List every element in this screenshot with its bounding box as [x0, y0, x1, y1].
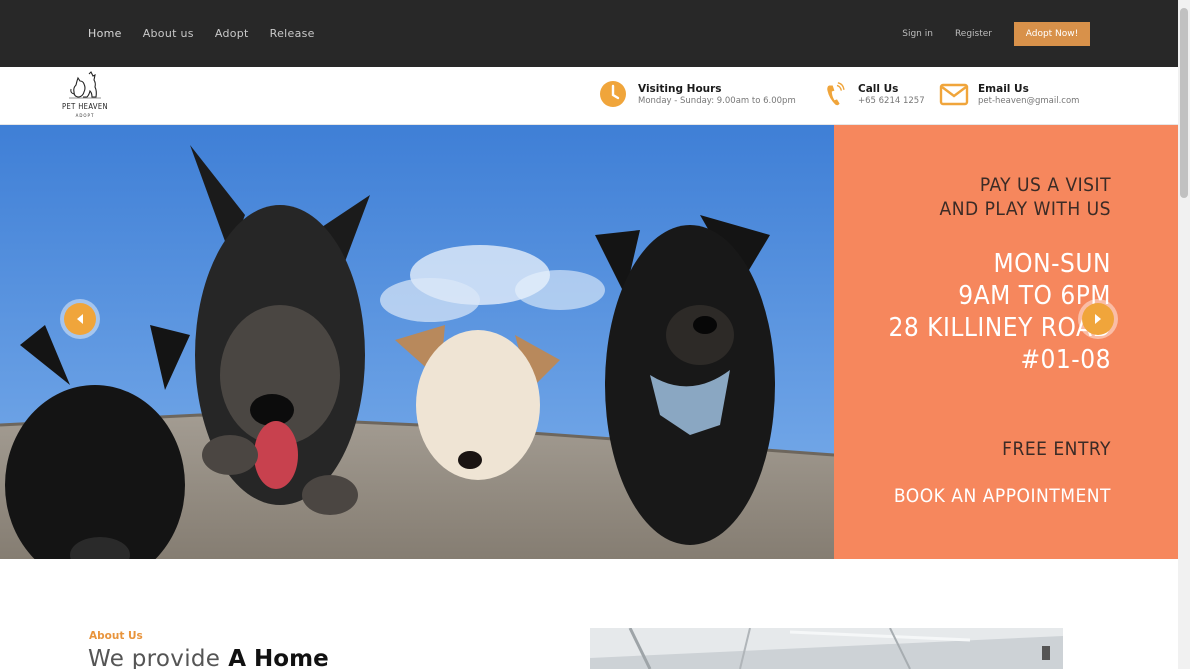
mail-icon — [939, 83, 969, 106]
sign-in-link[interactable]: Sign in — [902, 29, 933, 39]
hero-info-panel: PAY US A VISIT AND PLAY WITH US MON-SUN … — [834, 125, 1178, 559]
free-entry-text: FREE ENTRY — [1002, 438, 1111, 460]
email-us-title: Email Us — [978, 83, 1029, 95]
about-heading: We provide A Home — [88, 646, 329, 669]
call-us-title: Call Us — [858, 83, 899, 95]
brand-name: PET HEAVEN — [62, 102, 108, 111]
about-heading-bold: A Home — [228, 646, 329, 669]
hours-address: MON-SUN 9AM TO 6PM 28 KILLINEY ROAD #01-… — [888, 248, 1111, 376]
auth-links: Sign in Register Adopt Now! — [902, 22, 1090, 46]
arrow-right-icon — [1095, 314, 1101, 324]
adopt-now-button[interactable]: Adopt Now! — [1014, 22, 1090, 46]
visit-line-2: AND PLAY WITH US — [939, 198, 1111, 220]
address-unit: #01-08 — [1020, 345, 1111, 375]
about-us-label: About Us — [89, 630, 143, 642]
nav-home[interactable]: Home — [88, 27, 122, 40]
email-address[interactable]: pet-heaven@gmail.com — [978, 96, 1079, 107]
email-us-info: Email Us pet-heaven@gmail.com — [939, 80, 1079, 110]
about-image — [590, 628, 1063, 669]
top-navbar: Home About us Adopt Release Sign in Regi… — [0, 0, 1178, 67]
logo[interactable]: PET HEAVEN ADOPT — [56, 71, 114, 123]
slider-prev-button[interactable] — [60, 299, 100, 339]
hours-times: 9AM TO 6PM — [958, 281, 1111, 311]
main-nav: Home About us Adopt Release — [88, 0, 336, 67]
pet-logo-icon — [69, 71, 101, 99]
page-scrollbar[interactable] — [1178, 0, 1190, 669]
arrow-left-icon — [77, 314, 83, 324]
nav-release[interactable]: Release — [270, 27, 315, 40]
phone-icon — [827, 82, 845, 106]
visit-heading: PAY US A VISIT AND PLAY WITH US — [940, 173, 1111, 221]
hero-slider: PAY US A VISIT AND PLAY WITH US MON-SUN … — [0, 125, 1178, 559]
visiting-hours-title: Visiting Hours — [638, 83, 722, 95]
visit-line-1: PAY US A VISIT — [979, 174, 1111, 196]
nav-adopt[interactable]: Adopt — [215, 27, 249, 40]
slider-next-button[interactable] — [1078, 299, 1118, 339]
visiting-hours-info: Visiting Hours Monday - Sunday: 9.00am t… — [599, 80, 796, 110]
register-link[interactable]: Register — [955, 29, 992, 39]
info-header: PET HEAVEN ADOPT Visiting Hours Monday -… — [0, 67, 1178, 125]
hero-dogs-image — [0, 125, 834, 559]
scrollbar-thumb[interactable] — [1180, 8, 1188, 198]
nav-about-us[interactable]: About us — [143, 27, 194, 40]
about-heading-light: We provide — [88, 646, 221, 669]
brand-tagline: ADOPT — [75, 113, 95, 118]
book-appointment-link[interactable]: BOOK AN APPOINTMENT — [894, 485, 1111, 507]
hours-days: MON-SUN — [993, 249, 1111, 279]
phone-number[interactable]: +65 6214 1257 — [858, 96, 925, 107]
call-us-info: Call Us +65 6214 1257 — [824, 80, 925, 110]
clock-icon — [600, 81, 626, 107]
visiting-hours-text: Monday - Sunday: 9.00am to 6.00pm — [638, 96, 796, 106]
